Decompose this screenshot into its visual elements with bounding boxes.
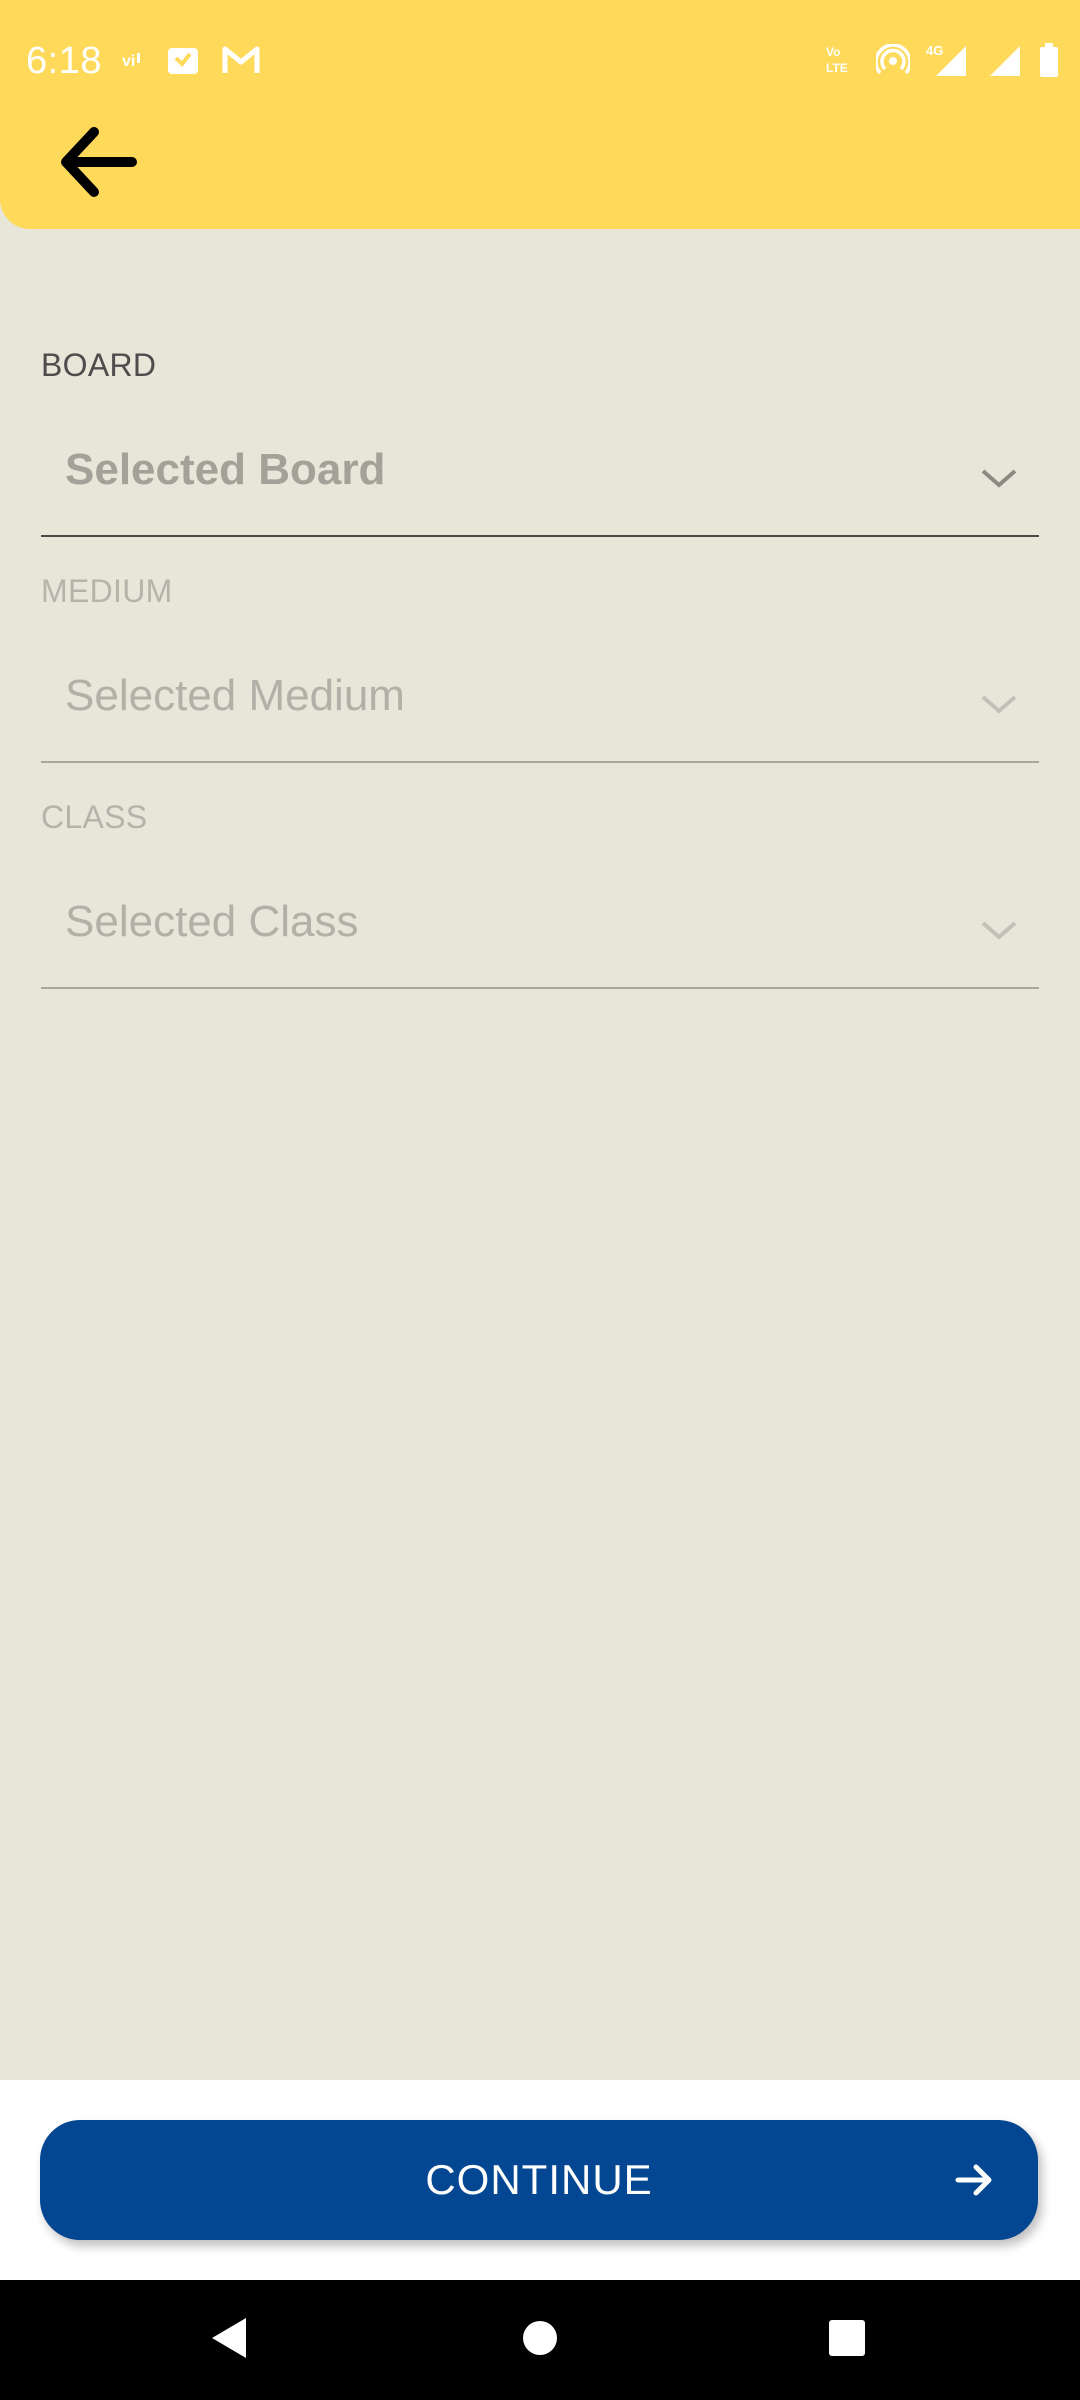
arrow-right-icon [954, 2160, 994, 2205]
medium-select-value: Selected Medium [65, 671, 405, 720]
medium-label: MEDIUM [41, 573, 173, 609]
volte-icon: Vo LTE [824, 44, 860, 81]
svg-text:LTE: LTE [826, 61, 848, 75]
class-select-value: Selected Class [65, 897, 359, 946]
recents-square-icon [827, 2318, 867, 2363]
hotspot-icon [874, 43, 912, 81]
board-select[interactable]: Selected Board [41, 425, 1039, 537]
battery-icon [1038, 42, 1060, 83]
status-right-icons: Vo LTE 4G [824, 42, 1060, 83]
calendar-notification-icon [166, 44, 200, 81]
medium-select[interactable]: Selected Medium [41, 651, 1039, 763]
continue-button[interactable]: CONTINUE [40, 2120, 1038, 2240]
class-label: CLASS [41, 799, 148, 835]
arrow-left-icon [56, 123, 140, 206]
chevron-down-icon [979, 917, 1019, 948]
vi-carrier-icon: vi [122, 50, 144, 75]
home-circle-icon [521, 2319, 559, 2362]
app-header: 6:18 vi Vo LTE 4G [0, 0, 1080, 229]
nav-back-button[interactable] [198, 2310, 258, 2370]
svg-text:Vo: Vo [826, 45, 840, 59]
chevron-down-icon [979, 691, 1019, 722]
gmail-icon [222, 45, 260, 80]
continue-label: CONTINUE [425, 2156, 653, 2203]
class-select[interactable]: Selected Class [41, 877, 1039, 989]
back-triangle-icon [208, 2316, 248, 2365]
nav-recents-button[interactable] [817, 2310, 877, 2370]
4g-signal-icon: 4G [926, 42, 970, 83]
board-select-value: Selected Board [65, 445, 386, 494]
nav-home-button[interactable] [510, 2310, 570, 2370]
svg-text:vi: vi [122, 53, 135, 70]
chevron-down-icon [979, 465, 1019, 496]
status-left-icons: vi [122, 44, 260, 81]
system-nav-bar [0, 2280, 1080, 2400]
status-time: 6:18 [26, 40, 102, 82]
board-label: BOARD [41, 347, 157, 383]
signal-icon [986, 42, 1022, 83]
svg-text:4G: 4G [926, 43, 943, 58]
back-button[interactable] [50, 116, 146, 212]
